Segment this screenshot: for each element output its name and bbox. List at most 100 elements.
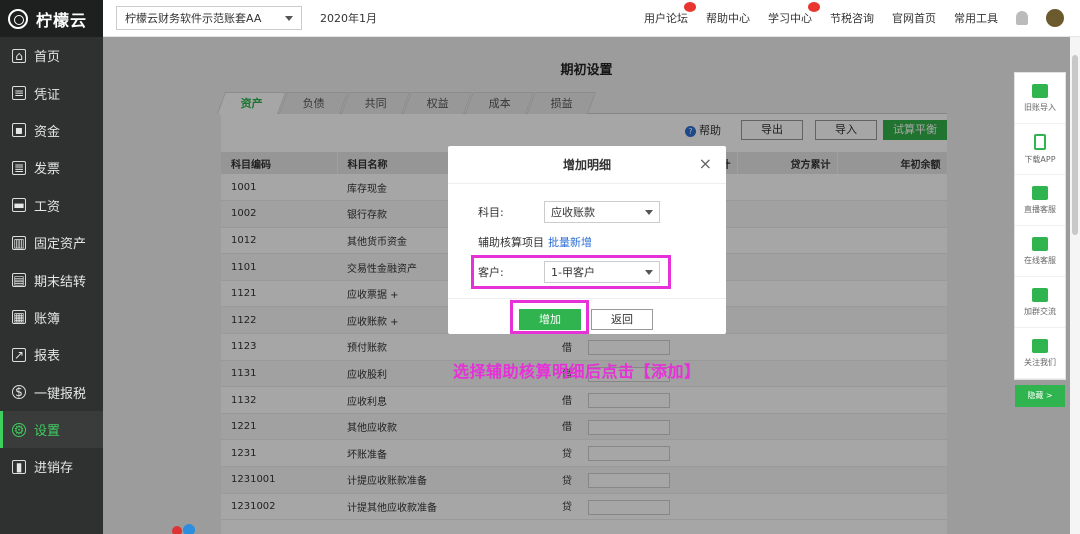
sidebar-item-invoice[interactable]: ≣ 发票 (0, 149, 103, 186)
service-item[interactable]: 下载APP (1015, 124, 1065, 175)
current-period[interactable]: 2020年1月 (320, 10, 377, 26)
sidebar-item-label: 账簿 (34, 311, 61, 327)
sidebar-item-label: 一键报税 (34, 386, 87, 402)
sidebar-item-label: 发票 (34, 162, 61, 178)
phone-icon (1034, 133, 1046, 150)
top-link[interactable]: 常用工具 (954, 10, 998, 26)
wechat-icon (1032, 338, 1048, 353)
top-link[interactable]: 节税咨询 (830, 10, 874, 26)
settings-icon: ⚙ (12, 422, 26, 437)
video-icon (1032, 185, 1048, 200)
invoice-icon: ≣ (12, 160, 26, 175)
brand-logo[interactable]: 柠檬云 (0, 0, 103, 37)
service-item-label: 直播客服 (1024, 204, 1056, 214)
top-link[interactable]: 帮助中心 (706, 10, 750, 26)
subject-value: 应收账款 (551, 206, 595, 219)
service-item-label: 关注我们 (1024, 357, 1056, 367)
back-button[interactable]: 返回 (591, 309, 653, 330)
customer-select[interactable]: 1-甲客户 (544, 261, 660, 283)
sidebar-item-label: 首页 (34, 50, 61, 66)
hide-panel-button[interactable]: 隐藏 > (1015, 385, 1065, 407)
top-bar: 柠檬云财务软件示范账套AA 2020年1月 用户论坛 帮助中心 学习中心 节税咨询 官网… (103, 0, 1080, 37)
sidebar-item-settings[interactable]: ⚙ 设置 (0, 410, 103, 449)
sidebar-item-fund[interactable]: ▪ 资金 (0, 112, 103, 149)
close-icon[interactable]: × (699, 154, 712, 173)
fund-icon: ▪ (12, 123, 26, 138)
tax-icon: $ (12, 385, 26, 400)
tutorial-annotation: 选择辅助核算明细后点击【添加】 (453, 362, 701, 381)
sidebar-item-tax[interactable]: $ 一键报税 (0, 374, 103, 411)
top-links: 用户论坛 帮助中心 学习中心 节税咨询 官网首页 常用工具 (644, 2, 1080, 27)
service-item-label: 在线客服 (1024, 255, 1056, 265)
account-name: 柠檬云财务软件示范账套AA (125, 12, 262, 25)
lemon-logo-icon (8, 8, 28, 29)
service-item[interactable]: 关注我们 (1015, 328, 1065, 379)
customer-label: 客户: (478, 266, 504, 279)
ledger-icon: ▦ (12, 310, 26, 325)
top-link[interactable]: 官网首页 (892, 10, 936, 26)
hot-badge-icon (808, 2, 820, 12)
service-item[interactable]: 在线客服 (1015, 226, 1065, 277)
account-selector[interactable]: 柠檬云财务软件示范账套AA (116, 6, 302, 30)
brand-name: 柠檬云 (36, 10, 88, 30)
sidebar: 柠檬云 ⌂ 首页 ≡ 凭证 ▪ 资金 ≣ 发票 ▬ 工资 ▥ 固定资产 ▤ 期末结转 ▦ 账簿 ↗ 报表 $ 一键报税… (0, 0, 103, 534)
sidebar-item-inventory[interactable]: ▮ 进销存 (0, 448, 103, 485)
sidebar-nav: ⌂ 首页 ≡ 凭证 ▪ 资金 ≣ 发票 ▬ 工资 ▥ 固定资产 ▤ 期末结转 ▦ 账簿 ↗ 报表 $ 一键报税 ⚙ 设置 ▮… (0, 37, 103, 486)
sidebar-item-label: 进销存 (34, 461, 74, 477)
scrollbar-thumb[interactable] (1072, 55, 1078, 235)
hot-badge-icon (684, 2, 696, 12)
aux-field: 辅助核算项目 批量新增 (478, 234, 592, 250)
voucher-icon: ≡ (12, 86, 26, 101)
top-link[interactable]: 用户论坛 (644, 2, 696, 26)
chevron-down-icon (285, 15, 293, 21)
sidebar-item-label: 工资 (34, 199, 61, 215)
sidebar-item-voucher[interactable]: ≡ 凭证 (0, 74, 103, 111)
sidebar-item-label: 报表 (34, 349, 61, 365)
batch-add-link[interactable]: 批量新增 (548, 234, 592, 250)
service-item[interactable]: 直播客服 (1015, 175, 1065, 226)
sidebar-item-period-end[interactable]: ▤ 期末结转 (0, 261, 103, 298)
service-panel: 旧账导入下载APP 直播客服在线客服加群交流关注我们 (1014, 72, 1066, 380)
dialog-footer: 增加 返回 (448, 298, 726, 334)
salary-icon: ▬ (12, 198, 26, 213)
customer-value: 1-甲客户 (551, 266, 595, 279)
subject-select[interactable]: 应收账款 (544, 201, 660, 223)
top-link[interactable]: 学习中心 (768, 2, 820, 26)
service-item-label: 下载APP (1024, 154, 1056, 164)
inventory-icon: ▮ (12, 459, 26, 474)
home-icon: ⌂ (12, 48, 26, 63)
aux-label: 辅助核算项目 (478, 236, 544, 249)
asset-icon: ▥ (12, 235, 26, 250)
report-icon: ↗ (12, 347, 26, 362)
sidebar-item-report[interactable]: ↗ 报表 (0, 336, 103, 373)
scrollbar[interactable] (1070, 37, 1080, 534)
sidebar-item-label: 资金 (34, 124, 61, 140)
service-item-label: 加群交流 (1024, 306, 1056, 316)
service-item[interactable]: 旧账导入 (1015, 73, 1065, 124)
subject-label: 科目: (478, 206, 504, 219)
service-item[interactable]: 加群交流 (1015, 277, 1065, 328)
avatar[interactable] (1046, 9, 1064, 27)
person-icon (1032, 236, 1048, 251)
browser-badge-icon (172, 524, 195, 534)
sidebar-item-home[interactable]: ⌂ 首页 (0, 37, 103, 74)
download-icon (1032, 83, 1048, 98)
sidebar-item-asset[interactable]: ▥ 固定资产 (0, 224, 103, 261)
sidebar-item-label: 设置 (34, 424, 61, 440)
period-end-icon: ▤ (12, 273, 26, 288)
sidebar-item-salary[interactable]: ▬ 工资 (0, 187, 103, 224)
dialog-title: 增加明细 (448, 146, 726, 184)
chevron-down-icon (645, 269, 653, 275)
sidebar-item-label: 凭证 (34, 87, 61, 103)
subject-field: 科目: 应收账款 (478, 201, 660, 223)
add-detail-dialog: 增加明细 × 科目: 应收账款 辅助核算项目 批量新增 客户: 1-甲客户 增加… (448, 146, 726, 334)
customer-field: 客户: 1-甲客户 (478, 261, 660, 283)
service-item-label: 旧账导入 (1024, 102, 1056, 112)
sidebar-item-ledger[interactable]: ▦ 账簿 (0, 299, 103, 336)
add-button[interactable]: 增加 (519, 309, 581, 330)
sidebar-item-label: 期末结转 (34, 274, 87, 290)
sidebar-item-label: 固定资产 (34, 237, 87, 253)
chevron-down-icon (645, 209, 653, 215)
group-icon (1032, 287, 1048, 302)
bell-icon[interactable] (1016, 11, 1028, 25)
